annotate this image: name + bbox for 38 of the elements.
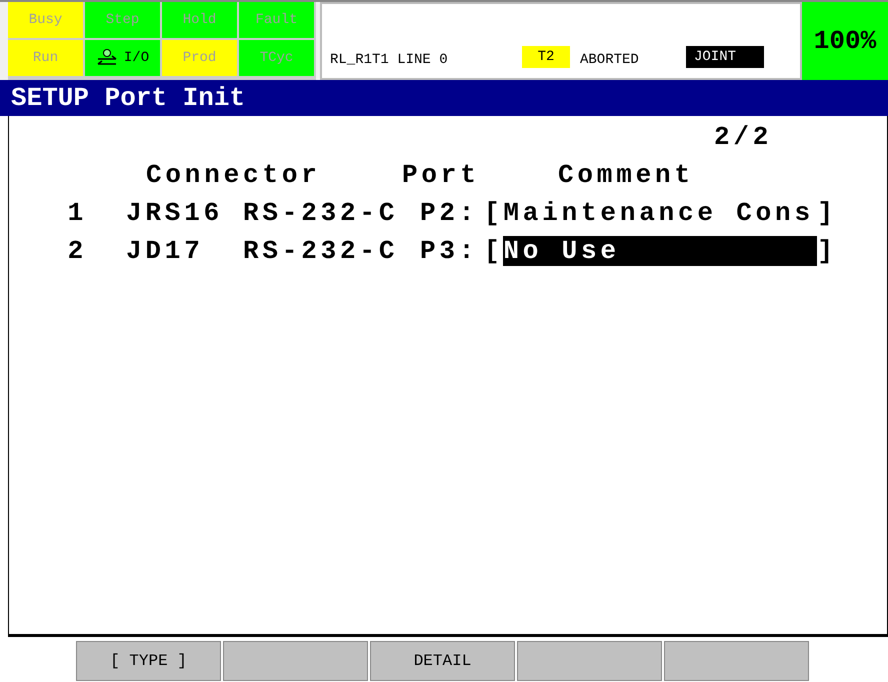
status-lamp: Step bbox=[85, 2, 160, 38]
status-lamp: Hold bbox=[162, 2, 237, 38]
mode-badge: T2 bbox=[522, 46, 570, 68]
screen-title: SETUP Port Init bbox=[0, 80, 888, 116]
function-key[interactable]: [ TYPE ] bbox=[76, 641, 221, 681]
function-key[interactable] bbox=[664, 641, 809, 681]
port-id: P2: bbox=[420, 198, 478, 228]
status-lamp: I/O bbox=[85, 40, 160, 76]
bracket: ] bbox=[817, 236, 837, 266]
transfer-icon bbox=[96, 49, 118, 67]
page-indicator: 2/2 bbox=[714, 122, 772, 152]
connector-cell: JD17 bbox=[126, 236, 204, 266]
comment-field[interactable]: No Use bbox=[503, 236, 818, 266]
coord-badge: JOINT bbox=[686, 46, 764, 68]
status-lamp: Busy bbox=[8, 2, 83, 38]
status-lamp: Fault bbox=[239, 2, 314, 38]
port-id: P3: bbox=[420, 236, 478, 266]
port-cell: RS-232-C bbox=[243, 236, 398, 266]
column-header: Port bbox=[402, 160, 480, 190]
function-key[interactable] bbox=[223, 641, 368, 681]
override-display: 100% bbox=[802, 2, 888, 80]
bracket: ] bbox=[817, 198, 837, 228]
function-key[interactable]: DETAIL bbox=[370, 641, 515, 681]
row-number: 1 bbox=[68, 198, 87, 228]
bracket: [ bbox=[484, 236, 504, 266]
status-lamp: TCyc bbox=[239, 40, 314, 76]
port-cell: RS-232-C bbox=[243, 198, 398, 228]
status-lamp: Prod bbox=[162, 40, 237, 76]
comment-field[interactable]: Maintenance Cons bbox=[503, 198, 818, 228]
status-lamp: Run bbox=[8, 40, 83, 76]
bracket: [ bbox=[484, 198, 504, 228]
column-header: Connector bbox=[146, 160, 321, 190]
row-number: 2 bbox=[68, 236, 87, 266]
program-line: RL_R1T1 LINE 0 bbox=[330, 52, 449, 68]
program-state: ABORTED bbox=[580, 52, 640, 68]
function-key[interactable] bbox=[517, 641, 662, 681]
connector-cell: JRS16 bbox=[126, 198, 224, 228]
column-header: Comment bbox=[558, 160, 694, 190]
